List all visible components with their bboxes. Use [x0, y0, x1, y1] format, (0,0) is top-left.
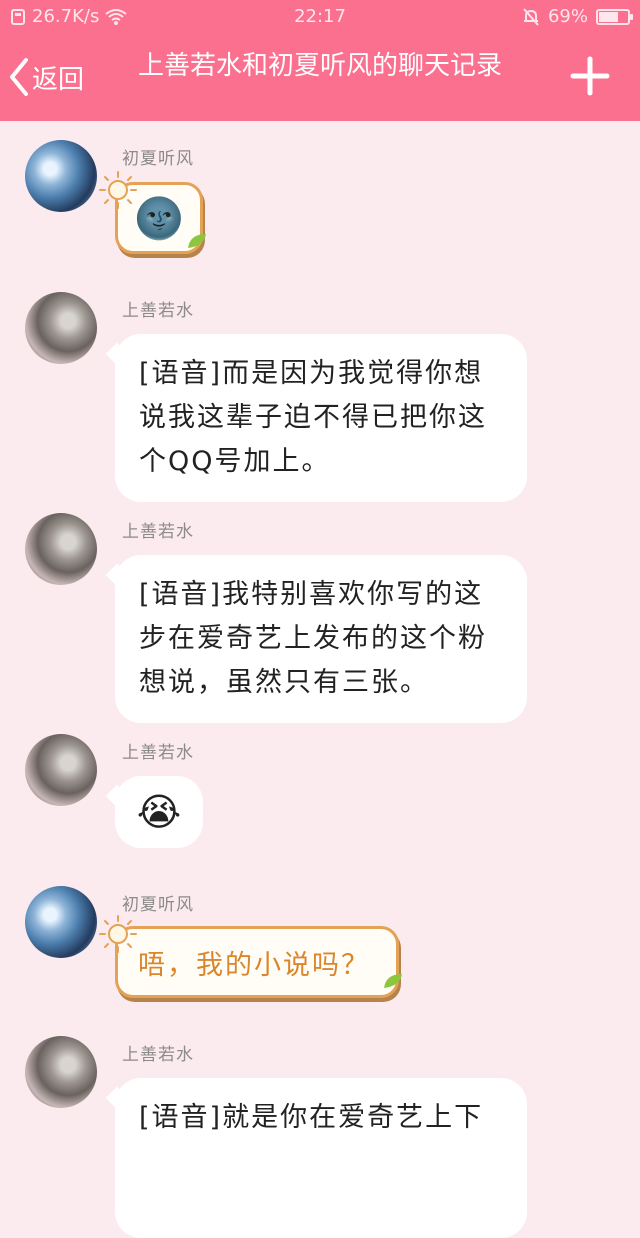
message-line: [语音]我特别喜欢你写的这 — [139, 579, 484, 610]
battery-percent: 69% — [547, 6, 588, 27]
message-line: 说我这辈子迫不得已把你这 — [139, 402, 487, 433]
chevron-left-icon — [10, 58, 28, 96]
mute-bell-icon — [523, 8, 539, 26]
sender-name: 初夏听风 — [122, 895, 194, 915]
avatar[interactable] — [25, 140, 97, 212]
avatar[interactable] — [25, 734, 97, 806]
chat-header: 返回 上善若水和初夏听风的聊天记录 — [0, 34, 640, 121]
plus-icon[interactable] — [570, 56, 610, 96]
message-line: 想说，虽然只有三张。 — [139, 667, 429, 698]
avatar[interactable] — [25, 1036, 97, 1108]
page-title: 上善若水和初夏听风的聊天记录 — [137, 51, 502, 81]
status-bar: 26.7K/s 22:17 69% — [0, 0, 640, 34]
message-line: [语音]而是因为我觉得你想 — [139, 358, 484, 389]
sun-decoration-icon — [99, 171, 137, 209]
avatar[interactable] — [25, 292, 97, 364]
back-label: 返回 — [32, 64, 85, 95]
leaf-decoration-icon — [384, 974, 402, 988]
sender-name: 上善若水 — [122, 743, 194, 763]
message-bubble[interactable]: [语音]就是你在爱奇艺上下 — [115, 1078, 527, 1238]
battery-fill — [599, 12, 618, 22]
message-bubble[interactable]: 唔，我的小说吗？ — [115, 926, 399, 998]
avatar[interactable] — [25, 886, 97, 958]
sender-name: 上善若水 — [122, 301, 194, 321]
sender-name: 上善若水 — [122, 522, 194, 542]
emoji: 😭 — [136, 790, 182, 834]
message-bubble[interactable]: [语音]而是因为我觉得你想 说我这辈子迫不得已把你这 个QQ号加上。 — [115, 334, 527, 502]
message-bubble[interactable]: [语音]我特别喜欢你写的这 步在爱奇艺上发布的这个粉 想说，虽然只有三张。 — [115, 555, 527, 723]
sun-decoration-icon — [99, 915, 137, 953]
sender-name: 上善若水 — [122, 1045, 194, 1065]
back-button[interactable]: 返回 — [8, 52, 84, 102]
message-line: 步在爱奇艺上发布的这个粉 — [139, 623, 487, 654]
battery-icon — [596, 9, 633, 25]
message-bubble[interactable]: 😭 — [115, 776, 203, 848]
avatar[interactable] — [25, 513, 97, 585]
message-text: 唔，我的小说吗？ — [138, 949, 370, 981]
status-right: 69% — [522, 0, 633, 34]
emoji: 🌚 — [134, 195, 184, 242]
top-bar: 26.7K/s 22:17 69% 返回 上善若水和初夏听风的聊天记录 — [0, 0, 640, 121]
sender-name: 初夏听风 — [122, 149, 194, 169]
leaf-decoration-icon — [188, 234, 206, 248]
message-line: [语音]就是你在爱奇艺上下 — [139, 1102, 484, 1133]
message-line: 个QQ号加上。 — [139, 446, 331, 477]
